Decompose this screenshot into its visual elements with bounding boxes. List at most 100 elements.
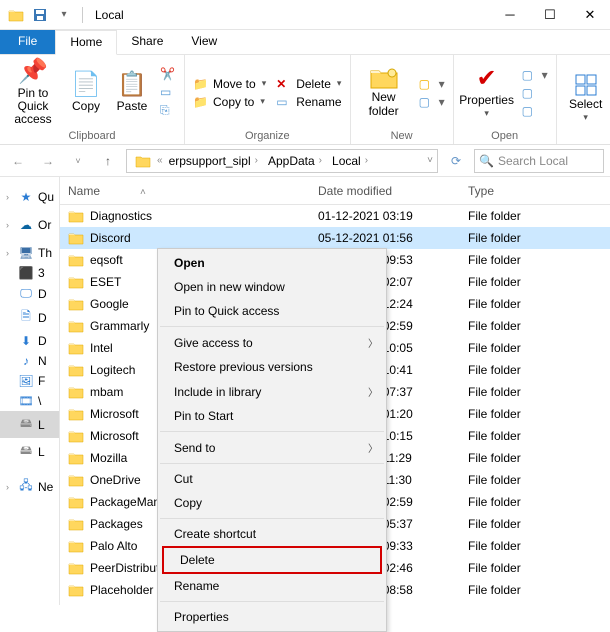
nav-label: F <box>38 374 45 388</box>
nav-item[interactable]: 🖼F <box>0 371 59 391</box>
ctx-label: Restore previous versions <box>174 360 313 374</box>
nav-item[interactable]: 🖵D <box>0 283 59 304</box>
copy-path-mini[interactable]: ▭ <box>158 84 178 100</box>
nav-item[interactable]: 🗎D <box>0 304 59 331</box>
newfolder-button[interactable]: New folder <box>357 61 411 125</box>
file-type: File folder <box>468 253 610 267</box>
newitem-mini[interactable]: ▢▾ <box>417 76 447 92</box>
ctx-pin-quick[interactable]: Pin to Quick access <box>158 299 386 323</box>
ctx-send-to[interactable]: Send to〉 <box>158 435 386 460</box>
file-name: Palo Alto <box>90 539 137 553</box>
search-placeholder: Search Local <box>498 154 568 168</box>
crumb-3[interactable]: Local› <box>328 154 372 168</box>
ctx-rename[interactable]: Rename <box>158 574 386 598</box>
file-type: File folder <box>468 341 610 355</box>
nav-item[interactable]: ⬛3 <box>0 263 59 283</box>
group-label-select <box>557 142 610 144</box>
table-row[interactable]: Diagnostics01-12-2021 03:19File folder <box>60 205 610 227</box>
ctx-pin-start[interactable]: Pin to Start <box>158 404 386 428</box>
moveto-button[interactable]: 📁Move to <box>191 76 268 92</box>
file-type: File folder <box>468 231 610 245</box>
ctx-label: Create shortcut <box>174 527 256 541</box>
file-type: File folder <box>468 539 610 553</box>
ctx-restore-versions[interactable]: Restore previous versions <box>158 355 386 379</box>
forward-button[interactable]: → <box>36 149 60 173</box>
ctx-label: Properties <box>174 610 229 624</box>
ribbon-tabs: File Home Share View <box>0 30 610 55</box>
copyto-button[interactable]: 📁Copy to <box>191 94 268 110</box>
paste-shortcut-mini[interactable]: ⎘ <box>158 102 178 119</box>
file-type: File folder <box>468 473 610 487</box>
ctx-cut[interactable]: Cut <box>158 467 386 491</box>
address-bar: ← → ˅ ↑ « erpsupport_sipl› AppData› Loca… <box>0 145 610 177</box>
folder-icon <box>68 231 84 245</box>
easyaccess-mini[interactable]: ▢▾ <box>417 94 447 110</box>
ctx-copy[interactable]: Copy <box>158 491 386 515</box>
search-box[interactable]: 🔍 Search Local <box>474 149 604 173</box>
file-type: File folder <box>468 209 610 223</box>
file-type: File folder <box>468 275 610 289</box>
nav-icon: ♪ <box>18 354 34 368</box>
nav-item[interactable]: ›★Qu <box>0 187 59 207</box>
properties-button[interactable]: ✔ Properties ▾ <box>460 61 514 125</box>
nav-item[interactable]: 🎞\ <box>0 391 59 411</box>
ctx-include-library[interactable]: Include in library〉 <box>158 379 386 404</box>
file-type: File folder <box>468 583 610 597</box>
nav-icon: 🖥 <box>18 246 34 260</box>
edit-mini[interactable]: ▢ <box>520 85 550 101</box>
nav-item[interactable]: 🖴L <box>0 411 59 438</box>
col-type[interactable]: Type <box>468 184 610 198</box>
rename-button[interactable]: ▭Rename <box>274 94 343 110</box>
copy-button[interactable]: 📄 Copy <box>66 61 106 125</box>
crumb-dropdown-icon[interactable]: ˅ <box>427 155 433 166</box>
nav-item[interactable]: ›🖥Th <box>0 243 59 263</box>
chevron-right-icon: 〉 <box>368 384 378 399</box>
ctx-properties[interactable]: Properties <box>158 605 386 629</box>
file-name: Microsoft <box>90 429 139 443</box>
nav-item[interactable]: ›☁Or <box>0 215 59 235</box>
cut-mini[interactable]: ✂️ <box>158 66 178 82</box>
pin-quick-access-button[interactable]: 📌 Pin to Quick access <box>6 61 60 125</box>
paste-button[interactable]: 📋 Paste <box>112 61 152 125</box>
ctx-open-new-window[interactable]: Open in new window <box>158 275 386 299</box>
ctx-separator <box>160 601 384 602</box>
tab-share[interactable]: Share <box>117 30 177 54</box>
back-button[interactable]: ← <box>6 149 30 173</box>
nav-icon: ⬛ <box>18 266 34 280</box>
nav-item[interactable]: ⬇D <box>0 331 59 351</box>
tab-file[interactable]: File <box>0 30 55 54</box>
minimize-button[interactable]: ─ <box>490 0 530 30</box>
file-date: 05-12-2021 01:56 <box>318 231 468 245</box>
recent-dropdown[interactable]: ˅ <box>66 149 90 173</box>
ctx-give-access[interactable]: Give access to〉 <box>158 330 386 355</box>
file-type: File folder <box>468 517 610 531</box>
nav-item[interactable]: ♪N <box>0 351 59 371</box>
ctx-create-shortcut[interactable]: Create shortcut <box>158 522 386 546</box>
save-icon[interactable] <box>31 6 49 24</box>
nav-item[interactable]: ›🖧Ne <box>0 473 59 500</box>
file-type: File folder <box>468 363 610 377</box>
col-date[interactable]: Date modified <box>318 184 468 198</box>
tab-home[interactable]: Home <box>55 30 117 55</box>
maximize-button[interactable]: ☐ <box>530 0 570 30</box>
crumb-1[interactable]: erpsupport_sipl› <box>165 154 262 168</box>
col-name[interactable]: Name <box>68 184 318 198</box>
up-button[interactable]: ↑ <box>96 149 120 173</box>
select-button[interactable]: Select ▾ <box>563 67 609 131</box>
tab-view[interactable]: View <box>177 30 231 54</box>
ctx-delete[interactable]: Delete <box>162 546 382 574</box>
navigation-pane[interactable]: ›★Qu›☁Or›🖥Th⬛3🖵D🗎D⬇D♪N🖼F🎞\🖴L🖴L›🖧Ne <box>0 177 60 605</box>
nav-item[interactable]: 🖴L <box>0 438 59 465</box>
history-mini[interactable]: ▢ <box>520 103 550 119</box>
column-headers[interactable]: Name Date modified Type <box>60 177 610 205</box>
refresh-button[interactable]: ⟳ <box>444 149 468 173</box>
open-mini[interactable]: ▢▾ <box>520 67 550 83</box>
table-row[interactable]: Discord05-12-2021 01:56File folder <box>60 227 610 249</box>
delete-button[interactable]: ✕Delete <box>274 76 343 92</box>
close-button[interactable]: ✕ <box>570 0 610 30</box>
crumb-2[interactable]: AppData› <box>264 154 326 168</box>
crumb-label: erpsupport_sipl <box>169 154 251 168</box>
ctx-open[interactable]: Open <box>158 251 386 275</box>
quickaccess-dropdown-icon[interactable]: ▾ <box>55 6 73 24</box>
breadcrumb[interactable]: « erpsupport_sipl› AppData› Local› ˅ <box>126 149 438 173</box>
